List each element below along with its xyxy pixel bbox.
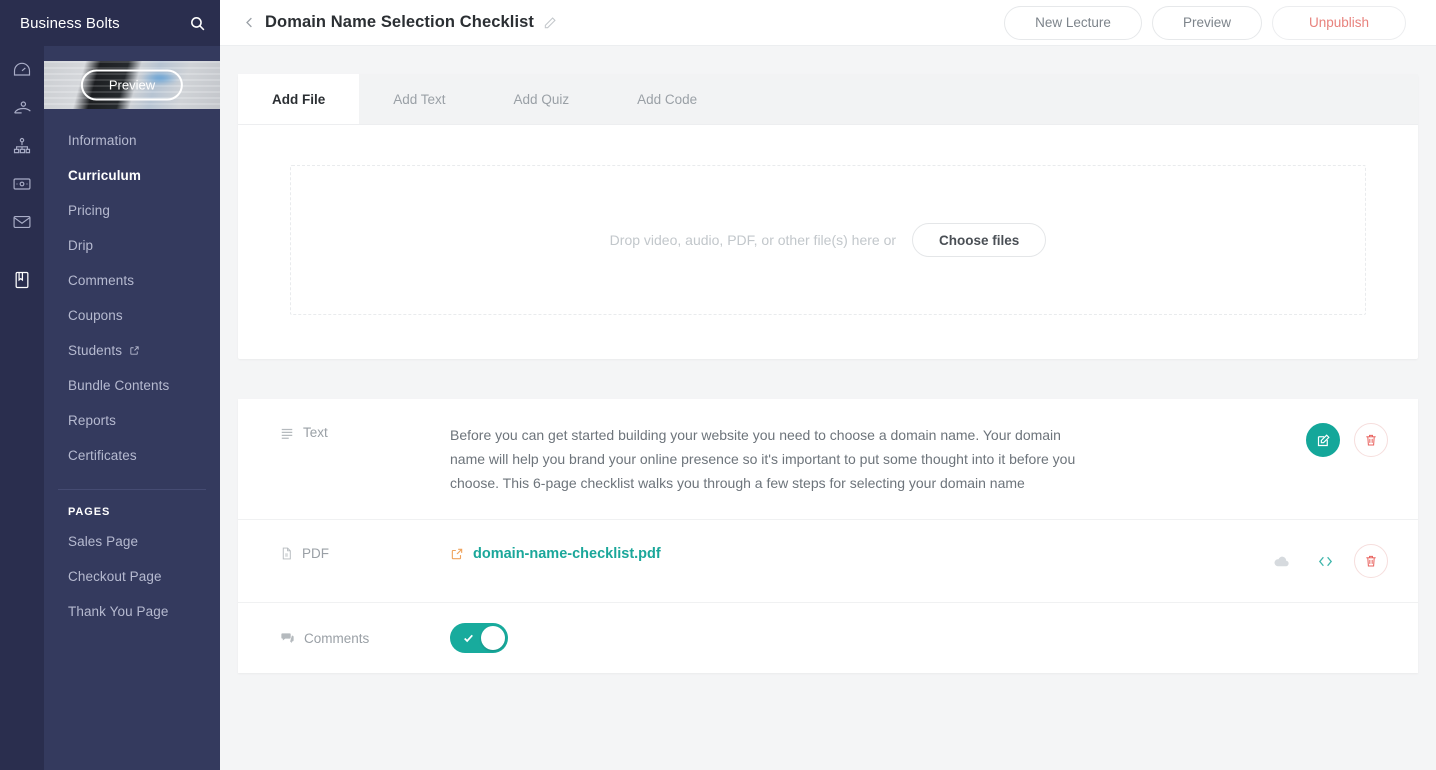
row-type-label: Text (303, 425, 328, 440)
content-scroll-area[interactable]: Add File Add Text Add Quiz Add Code Drop… (220, 46, 1436, 770)
file-pdf-icon (280, 546, 293, 561)
edit-text-button[interactable] (1306, 423, 1340, 457)
row-type-label-wrap: Comments (280, 631, 450, 646)
content-bottom-spacer (238, 673, 1418, 703)
pdf-row-body: domain-name-checklist.pdf (450, 544, 1266, 562)
sidebar-item-pricing[interactable]: Pricing (44, 193, 220, 228)
preview-button[interactable]: Preview (1152, 6, 1262, 40)
sidebar-section-pages: PAGES (44, 490, 220, 524)
teach-icon[interactable] (0, 90, 44, 126)
text-row-body: Before you can get started building your… (450, 423, 1306, 495)
sidebar-item-label: Curriculum (68, 168, 141, 183)
sidebar-item-label: Pricing (68, 203, 110, 218)
text-lines-icon (280, 426, 294, 440)
app-root: Preview Information Curriculum Pricing D… (0, 0, 1436, 770)
toggle-knob (481, 626, 505, 650)
delete-text-button[interactable] (1354, 423, 1388, 457)
sidebar-inner: Preview Information Curriculum Pricing D… (44, 0, 220, 629)
row-type-label: Comments (304, 631, 369, 646)
sidebar-item-thank-you-page[interactable]: Thank You Page (44, 594, 220, 629)
brand-name: Business Bolts (20, 15, 189, 32)
add-content-card: Add File Add Text Add Quiz Add Code Drop… (238, 74, 1418, 359)
choose-files-button[interactable]: Choose files (912, 223, 1046, 257)
topbar: Domain Name Selection Checklist New Lect… (220, 0, 1436, 46)
sidebar-item-sales-page[interactable]: Sales Page (44, 524, 220, 559)
pdf-row-actions (1266, 544, 1388, 578)
new-lecture-button[interactable]: New Lecture (1004, 6, 1142, 40)
pencil-icon[interactable] (543, 16, 557, 30)
sidebar-item-students[interactable]: Students (44, 333, 220, 368)
sidebar-item-label: Information (68, 133, 137, 148)
pdf-file-link[interactable]: domain-name-checklist.pdf (473, 546, 661, 562)
sidebar-item-label: Comments (68, 273, 134, 288)
sidebar-item-drip[interactable]: Drip (44, 228, 220, 263)
sidebar-item-label: Certificates (68, 448, 137, 463)
delete-pdf-button[interactable] (1354, 544, 1388, 578)
sitemap-icon[interactable] (0, 128, 44, 164)
text-row-actions (1306, 423, 1388, 457)
tab-add-text[interactable]: Add Text (359, 74, 479, 124)
pdf-file-link-wrap: domain-name-checklist.pdf (450, 544, 1242, 562)
row-type-label-wrap: Text (280, 423, 450, 440)
sidebar-item-label: Students (68, 343, 122, 358)
comments-row-body (450, 623, 1388, 653)
sidebar-nav-list: Information Curriculum Pricing Drip Comm… (44, 109, 220, 473)
sidebar-item-label: Reports (68, 413, 116, 428)
dropzone-wrapper: Drop video, audio, PDF, or other file(s)… (238, 125, 1418, 359)
lecture-text-content: Before you can get started building your… (450, 423, 1090, 495)
preview-overlay-button[interactable]: Preview (81, 70, 183, 101)
comments-toggle[interactable] (450, 623, 508, 653)
sidebar-item-comments[interactable]: Comments (44, 263, 220, 298)
content-row-pdf: PDF domain-name-checklist.pdf (238, 520, 1418, 603)
unpublish-button[interactable]: Unpublish (1272, 6, 1406, 40)
dropzone-label: Drop video, audio, PDF, or other file(s)… (610, 232, 896, 248)
main-area: Domain Name Selection Checklist New Lect… (220, 0, 1436, 770)
sidebar-item-bundle-contents[interactable]: Bundle Contents (44, 368, 220, 403)
content-row-comments: Comments (238, 603, 1418, 673)
book-icon[interactable] (0, 262, 44, 298)
sidebar-item-label: Sales Page (68, 534, 138, 549)
sidebar-item-coupons[interactable]: Coupons (44, 298, 220, 333)
file-dropzone[interactable]: Drop video, audio, PDF, or other file(s)… (290, 165, 1366, 315)
cloud-icon[interactable] (1266, 546, 1296, 576)
external-link-icon (129, 345, 140, 356)
sidebar-item-certificates[interactable]: Certificates (44, 438, 220, 473)
course-preview-thumbnail[interactable]: Preview (44, 61, 220, 109)
add-content-tabs: Add File Add Text Add Quiz Add Code (238, 74, 1418, 125)
sidebar-item-checkout-page[interactable]: Checkout Page (44, 559, 220, 594)
comments-icon (280, 631, 295, 645)
external-link-icon[interactable] (450, 547, 464, 561)
sidebar-pages-list: Sales Page Checkout Page Thank You Page (44, 524, 220, 629)
sidebar-item-label: Drip (68, 238, 93, 253)
tab-add-code[interactable]: Add Code (603, 74, 731, 124)
chevron-left-icon[interactable] (238, 15, 265, 30)
sidebar-item-information[interactable]: Information (44, 123, 220, 158)
sidebar-item-reports[interactable]: Reports (44, 403, 220, 438)
dashboard-icon[interactable] (0, 52, 44, 88)
code-icon[interactable] (1310, 546, 1340, 576)
page-title: Domain Name Selection Checklist (265, 13, 534, 32)
check-icon (462, 632, 475, 645)
row-type-label: PDF (302, 546, 329, 561)
icon-rail (0, 0, 44, 770)
tab-add-quiz[interactable]: Add Quiz (480, 74, 604, 124)
sidebar-item-curriculum[interactable]: Curriculum (44, 158, 220, 193)
sidebar-item-label: Thank You Page (68, 604, 169, 619)
sidebar-item-label: Bundle Contents (68, 378, 169, 393)
sidebar-item-label: Checkout Page (68, 569, 162, 584)
tab-add-file[interactable]: Add File (238, 74, 359, 124)
mail-icon[interactable] (0, 204, 44, 240)
lecture-content-list: Text Before you can get started building… (238, 399, 1418, 673)
payments-icon[interactable] (0, 166, 44, 202)
sidebar: Preview Information Curriculum Pricing D… (44, 0, 220, 770)
row-type-label-wrap: PDF (280, 544, 450, 561)
content-row-text: Text Before you can get started building… (238, 399, 1418, 520)
search-icon[interactable] (189, 15, 206, 32)
brand-bar: Business Bolts (0, 0, 220, 46)
sidebar-item-label: Coupons (68, 308, 123, 323)
